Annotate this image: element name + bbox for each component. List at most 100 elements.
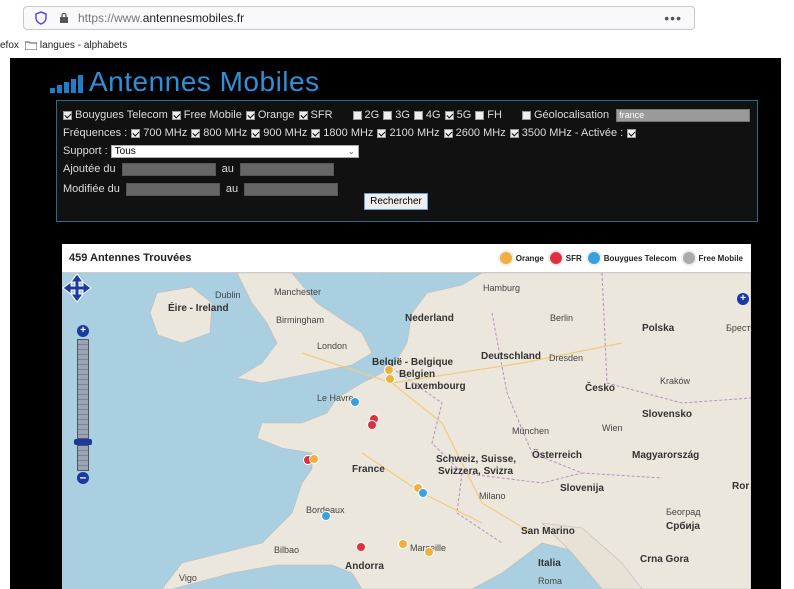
- checkbox-3500[interactable]: 3500 MHz - Activée :: [509, 127, 623, 139]
- bookmark-item[interactable]: efox: [0, 40, 19, 51]
- results-header: 459 Antennes Trouvées Orange SFR Bouygue…: [62, 244, 751, 273]
- checkbox-1800[interactable]: 1800 MHz: [311, 127, 373, 139]
- map-label: Deutschland: [481, 351, 542, 362]
- map-label: Roma: [538, 576, 563, 586]
- page-content: Antennes Mobiles Bouygues Telecom Free M…: [10, 58, 781, 589]
- frequencies-row: Fréquences : 700 MHz 800 MHz 900 MHz 180…: [63, 124, 751, 142]
- map-label: Ror: [732, 481, 750, 492]
- map-label: Polska: [642, 323, 675, 334]
- url-text: https://www.antennesmobiles.fr: [78, 11, 245, 25]
- search-form: Bouygues Telecom Free Mobile Orange SFR …: [56, 100, 758, 222]
- added-label: Ajoutée du: [63, 163, 116, 175]
- support-select[interactable]: Tous ⌄: [110, 144, 359, 158]
- map-label: London: [317, 341, 348, 351]
- operators-row: Bouygues Telecom Free Mobile Orange SFR …: [63, 106, 751, 124]
- search-button[interactable]: Rechercher: [364, 193, 428, 210]
- map-label: Manchester: [274, 287, 322, 297]
- checkbox-900[interactable]: 900 MHz: [251, 127, 307, 139]
- folder-icon: [24, 41, 37, 50]
- antenna-marker-orange[interactable]: [309, 454, 319, 464]
- map-label: Hamburg: [483, 283, 521, 293]
- antenna-marker-orange[interactable]: [424, 547, 434, 557]
- modified-from-input[interactable]: [125, 182, 220, 196]
- map-label: San Marino: [521, 526, 575, 537]
- legend-dot-sfr: [547, 250, 564, 266]
- results-count: 459 Antennes Trouvées: [69, 252, 192, 264]
- antenna-marker-sfr[interactable]: [367, 420, 377, 430]
- map-label: München: [512, 426, 550, 436]
- checkbox-activee[interactable]: [627, 128, 637, 138]
- legend-label-bouygues: Bouygues Telecom: [603, 253, 677, 263]
- lock-icon[interactable]: [58, 12, 70, 24]
- zoom-in-button[interactable]: +: [77, 325, 89, 337]
- map-label: Београд: [666, 507, 701, 517]
- modified-au-label: au: [225, 183, 239, 195]
- map-label: Kraków: [660, 376, 691, 386]
- map-label: Crna Gora: [640, 554, 689, 565]
- antenna-marker-bouygues[interactable]: [350, 397, 360, 407]
- zoom-slider-lower[interactable]: [77, 445, 89, 471]
- results-panel: 459 Antennes Trouvées Orange SFR Bouygue…: [62, 244, 751, 589]
- frequencies-label: Fréquences :: [63, 127, 128, 139]
- page-actions-menu[interactable]: •••: [664, 10, 682, 26]
- map-label: Slovenija: [560, 483, 604, 494]
- checkbox-3g[interactable]: 3G: [383, 109, 410, 121]
- checkbox-bouygues[interactable]: Bouygues Telecom: [63, 109, 168, 121]
- antenna-map[interactable]: Dublin Éire - Ireland Manchester Birming…: [62, 273, 751, 589]
- checkbox-5g[interactable]: 5G: [444, 109, 471, 121]
- support-row: Support : Tous ⌄: [63, 142, 751, 160]
- support-label: Support :: [63, 145, 108, 157]
- antenna-marker-sfr[interactable]: [356, 542, 366, 552]
- antenna-marker-bouygues[interactable]: [321, 511, 331, 521]
- layer-switcher-button[interactable]: +: [737, 293, 749, 305]
- added-row: Ajoutée du au: [63, 160, 751, 178]
- antenna-marker-orange[interactable]: [398, 539, 408, 549]
- map-label: Vigo: [179, 573, 197, 583]
- checkbox-orange[interactable]: Orange: [245, 109, 295, 121]
- site-logo[interactable]: Antennes Mobiles: [50, 62, 320, 98]
- bookmark-folder-label: langues - alphabets: [39, 39, 128, 51]
- antenna-marker-bouygues[interactable]: [418, 488, 428, 498]
- legend-label-orange: Orange: [515, 253, 544, 263]
- map-label: Schweiz, Suisse,: [436, 454, 517, 465]
- map-label: Belgien: [399, 369, 436, 380]
- zoom-slider[interactable]: [77, 339, 89, 439]
- checkbox-sfr[interactable]: SFR: [298, 109, 333, 121]
- map-label: Luxembourg: [405, 381, 466, 392]
- chevron-down-icon: ⌄: [347, 146, 355, 156]
- checkbox-fh[interactable]: FH: [475, 109, 502, 121]
- legend-dot-bouygues: [585, 250, 602, 266]
- legend: Orange SFR Bouygues Telecom Free Mobile: [494, 250, 743, 266]
- checkbox-2g[interactable]: 2G: [352, 109, 379, 121]
- map-label: Slovensko: [642, 409, 693, 420]
- checkbox-700[interactable]: 700 MHz: [131, 127, 187, 139]
- pan-control-icon[interactable]: [62, 273, 92, 303]
- map-label: Bilbao: [274, 545, 300, 555]
- antenna-marker-orange[interactable]: [385, 374, 395, 384]
- legend-dot-orange: [497, 250, 514, 266]
- added-to-input[interactable]: [239, 162, 334, 176]
- added-from-input[interactable]: [121, 162, 216, 176]
- bookmark-folder[interactable]: langues - alphabets: [24, 39, 128, 51]
- zoom-out-button[interactable]: –: [77, 471, 89, 484]
- checkbox-800[interactable]: 800 MHz: [191, 127, 247, 139]
- checkbox-geolocalisation[interactable]: Géolocalisation: [521, 109, 609, 121]
- shield-icon[interactable]: [34, 11, 48, 25]
- address-bar[interactable]: https://www.antennesmobiles.fr •••: [23, 6, 695, 30]
- checkbox-2100[interactable]: 2100 MHz: [377, 127, 440, 139]
- map-label: Dublin: [215, 290, 241, 300]
- map-label: Magyarország: [632, 450, 700, 461]
- checkbox-free[interactable]: Free Mobile: [171, 109, 242, 121]
- map-label: Česko: [585, 383, 616, 394]
- map-label: Svizzera, Svizra: [438, 466, 514, 477]
- bookmarks-bar: efox langues - alphabets: [0, 36, 127, 54]
- geolocation-input[interactable]: france: [616, 108, 751, 122]
- map-label: Éire - Ireland: [168, 303, 229, 314]
- modified-label: Modifiée du: [63, 183, 120, 195]
- map-label: Birmingham: [276, 315, 325, 325]
- legend-label-sfr: SFR: [565, 253, 582, 263]
- checkbox-2600[interactable]: 2600 MHz: [443, 127, 506, 139]
- modified-to-input[interactable]: [244, 182, 339, 196]
- checkbox-4g[interactable]: 4G: [413, 109, 441, 121]
- map-label: Nederland: [405, 313, 454, 324]
